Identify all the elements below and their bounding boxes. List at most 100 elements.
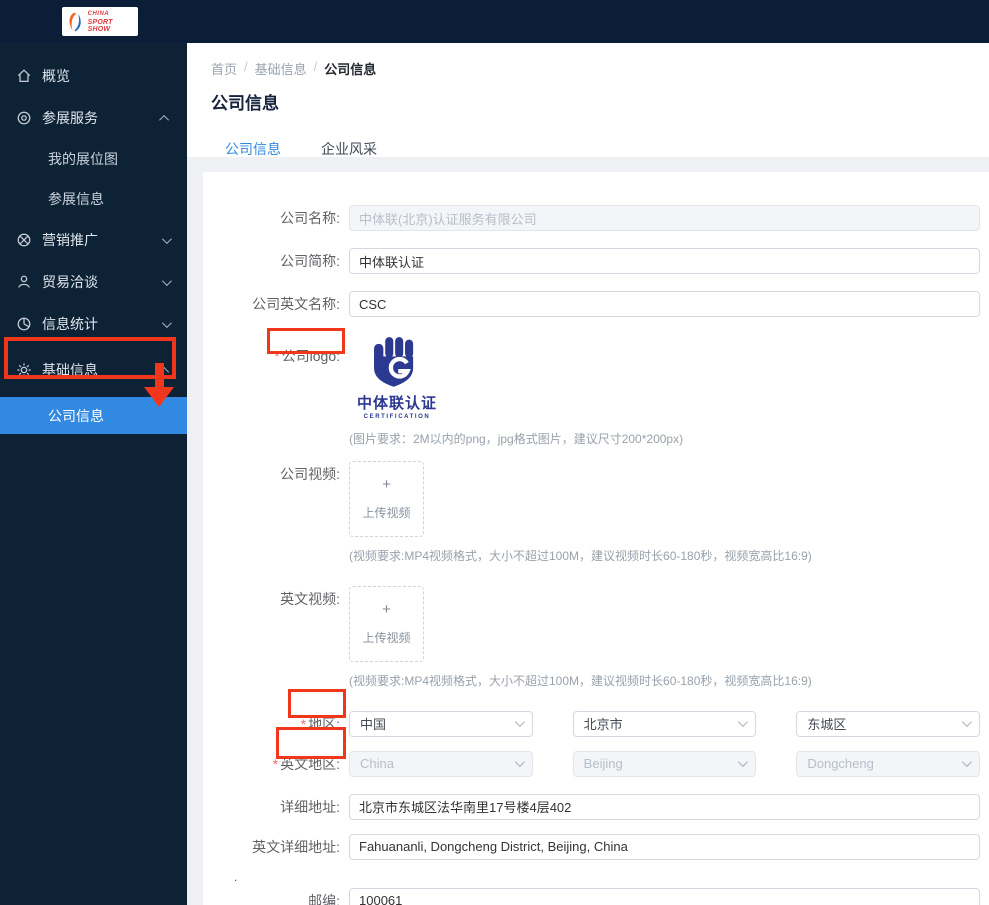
page-background-gutter <box>187 172 203 905</box>
chevron-down-icon <box>514 717 525 728</box>
selected-value: Beijing <box>583 756 623 771</box>
chevron-down-icon <box>161 317 172 328</box>
sidebar-item-exhibit-info[interactable]: 参展信息 <box>0 179 187 219</box>
fist-logo-icon <box>374 337 414 387</box>
logo-subtitle-text: CERTIFICATION <box>363 413 431 420</box>
english-region-label: * 英文地区: <box>272 755 340 772</box>
english-video-label: 英文视频: <box>280 590 340 607</box>
chevron-down-icon <box>161 275 172 286</box>
company-name-label: 公司名称: <box>280 210 340 226</box>
english-address-label: 英文详细地址: <box>252 838 340 855</box>
form-row-company-short: 公司简称: <box>203 248 980 274</box>
required-asterisk: * <box>274 348 280 364</box>
region-district-select[interactable]: 东城区 <box>796 710 981 737</box>
logo-title-text: 中体联认证 <box>356 395 437 412</box>
sidebar-item-overview[interactable]: 概览 <box>0 55 187 97</box>
upload-video-button[interactable]: + 上传视频 <box>349 460 424 537</box>
person-icon <box>16 274 33 291</box>
topbar: CHINA SPORT SHOW <box>0 0 989 43</box>
sidebar-item-label: 参展服务 <box>42 110 98 126</box>
home-icon <box>16 68 33 85</box>
sidebar-item-label: 概览 <box>42 68 70 84</box>
company-short-field[interactable] <box>349 248 980 274</box>
form-row-company-name: 公司名称: <box>203 205 980 231</box>
breadcrumb-current: 公司信息 <box>324 62 377 77</box>
sidebar-item-trade-talks[interactable]: 贸易洽谈 <box>0 261 187 303</box>
english-address-field[interactable] <box>349 833 980 860</box>
required-asterisk: * <box>300 715 307 732</box>
logo-line1: CHINA <box>87 10 110 17</box>
form-row-company-logo: * 公司logo: 中体联认证 CERTIFICATION (图片要求：2M以内… <box>203 334 980 447</box>
pie-chart-icon <box>16 316 33 333</box>
selected-value: Dongcheng <box>807 756 874 771</box>
breadcrumb-separator: / <box>313 59 318 74</box>
chevron-down-icon <box>738 757 749 768</box>
chevron-down-icon <box>961 717 972 728</box>
company-logo-image[interactable]: 中体联认证 CERTIFICATION <box>349 334 445 420</box>
sidebar-item-label: 营销推广 <box>42 232 98 248</box>
company-short-label: 公司简称: <box>280 253 340 269</box>
chevron-down-icon <box>961 757 972 768</box>
form-row-english-region: * 英文地区: China Beijing Dongcheng <box>203 750 981 777</box>
sidebar-item-info-stats[interactable]: 信息统计 <box>0 303 187 345</box>
english-region-province-select: Beijing <box>572 750 757 777</box>
sidebar: 概览 参展服务 我的展位图 参展信息 营销推广 贸易洽谈 信息统计 基础信息 公… <box>0 43 187 905</box>
sidebar-subitem-label: 公司信息 <box>48 407 104 424</box>
china-sport-show-logo[interactable]: CHINA SPORT SHOW <box>62 7 138 36</box>
zipcode-label: 邮编: <box>308 892 340 905</box>
form-row-english-video: 英文视频: + 上传视频 (视频要求:MP4视频格式，大小不超过100M，建议视… <box>203 585 980 689</box>
sidebar-item-exhibit-services[interactable]: 参展服务 <box>0 97 187 139</box>
company-name-field <box>349 205 980 231</box>
address-field[interactable] <box>349 793 980 820</box>
form-row-region: * 地区: 中国 北京市 东城区 <box>203 710 981 737</box>
stray-dot-text: . <box>234 869 238 884</box>
region-province-select[interactable]: 北京市 <box>572 710 757 737</box>
sport-show-mark-icon <box>69 12 81 31</box>
sidebar-subitem-label: 参展信息 <box>48 191 104 207</box>
breadcrumb-basic-info[interactable]: 基础信息 <box>255 59 307 78</box>
logo-hint: (图片要求：2M以内的png，jpg格式图片，建议尺寸200*200px) <box>349 431 684 446</box>
zipcode-field[interactable] <box>349 887 980 905</box>
sidebar-item-marketing[interactable]: 营销推广 <box>0 219 187 261</box>
gear-icon <box>16 362 33 379</box>
upload-english-video-button[interactable]: + 上传视频 <box>349 585 424 662</box>
sidebar-item-label: 基础信息 <box>42 362 98 378</box>
region-country-select[interactable]: 中国 <box>349 710 533 737</box>
plus-icon: + <box>382 600 391 618</box>
upload-video-text: 上传视频 <box>362 630 411 645</box>
upload-video-text: 上传视频 <box>362 505 411 520</box>
chevron-down-icon <box>514 757 525 768</box>
form-row-zipcode: 邮编: <box>203 887 980 905</box>
breadcrumb-home[interactable]: 首页 <box>211 59 237 78</box>
form-row-company-en-name: 公司英文名称: <box>203 291 980 317</box>
video-hint: (视频要求:MP4视频格式，大小不超过100M，建议视频时长60-180秒，视频… <box>349 548 812 563</box>
sidebar-item-my-booth-map[interactable]: 我的展位图 <box>0 139 187 179</box>
logo-line2: SPORT SHOW <box>87 18 113 33</box>
target-icon <box>16 110 33 127</box>
annotation-arrow-down-icon <box>144 387 174 407</box>
page-background-band <box>187 157 989 172</box>
form-row-company-video: 公司视频: + 上传视频 (视频要求:MP4视频格式，大小不超过100M，建议视… <box>203 460 980 564</box>
sidebar-item-label: 贸易洽谈 <box>42 274 98 290</box>
company-info-form: 公司名称: 公司简称: 公司英文名称: *公司logo: <box>203 172 989 905</box>
english-region-country-select: China <box>349 750 533 777</box>
plus-icon: + <box>382 475 391 493</box>
company-en-name-label: 公司英文名称: <box>252 296 340 312</box>
company-en-name-field[interactable] <box>349 291 980 317</box>
form-row-address: 详细地址: <box>203 793 980 820</box>
ball-icon <box>16 232 33 249</box>
selected-value: China <box>360 756 394 771</box>
logo-text: CHINA SPORT SHOW <box>88 11 134 33</box>
main-content: 首页 / 基础信息 / 公司信息 公司信息 公司信息 企业风采 公司名称: 公司… <box>187 43 989 905</box>
address-label: 详细地址: <box>280 798 340 815</box>
selected-value: 北京市 <box>583 717 623 732</box>
sidebar-subitem-label: 我的展位图 <box>48 151 118 167</box>
region-label: * 地区: <box>300 715 340 732</box>
sidebar-item-label: 信息统计 <box>42 316 98 332</box>
selected-value: 东城区 <box>807 717 847 732</box>
chevron-down-icon <box>161 233 172 244</box>
selected-value: 中国 <box>360 717 387 732</box>
english-region-district-select: Dongcheng <box>796 750 981 777</box>
annotation-arrow-shaft <box>155 363 164 388</box>
form-row-english-address: 英文详细地址: <box>203 833 980 860</box>
